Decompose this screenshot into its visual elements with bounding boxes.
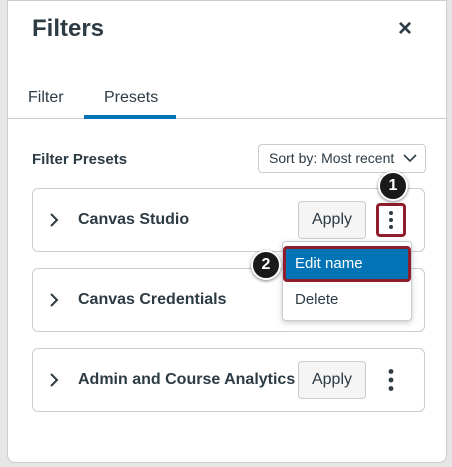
chevron-right-icon[interactable] — [47, 369, 61, 391]
chevron-down-icon — [403, 154, 417, 163]
apply-button[interactable]: Apply — [298, 361, 366, 399]
preset-name: Canvas Credentials — [78, 291, 227, 308]
chevron-right-icon[interactable] — [47, 209, 61, 231]
preset-name: Canvas Studio — [78, 211, 190, 228]
tab-presets[interactable]: Presets — [104, 89, 158, 107]
page-title: Filters — [32, 15, 105, 42]
tab-bar: Filter Presets — [8, 61, 446, 119]
tray-header: Filters × — [8, 1, 446, 61]
chevron-right-icon[interactable] — [47, 289, 61, 311]
sort-select[interactable]: Sort by: Most recent — [258, 144, 426, 173]
apply-button[interactable]: Apply — [298, 201, 366, 239]
kebab-menu-icon[interactable] — [376, 203, 406, 237]
menu-item-delete[interactable]: Delete — [283, 282, 411, 318]
filters-tray: Filters × Filter Presets Filter Presets … — [7, 0, 447, 463]
preset-row-admin-course-analytics: Admin and Course Analytics Apply — [32, 348, 425, 412]
active-tab-indicator — [84, 115, 176, 119]
sort-select-value: Sort by: Most recent — [269, 150, 395, 166]
step-callout-2: 2 — [251, 250, 281, 280]
step-callout-1: 1 — [378, 171, 408, 201]
menu-item-edit-name[interactable]: Edit name — [283, 246, 411, 282]
section-label-filter-presets: Filter Presets — [32, 151, 128, 168]
preset-name: Admin and Course Analytics — [78, 371, 296, 388]
kebab-menu-icon[interactable] — [376, 363, 406, 397]
tab-filter[interactable]: Filter — [28, 89, 64, 107]
preset-options-menu: Edit name Delete — [282, 241, 412, 321]
close-icon[interactable]: × — [394, 17, 416, 41]
